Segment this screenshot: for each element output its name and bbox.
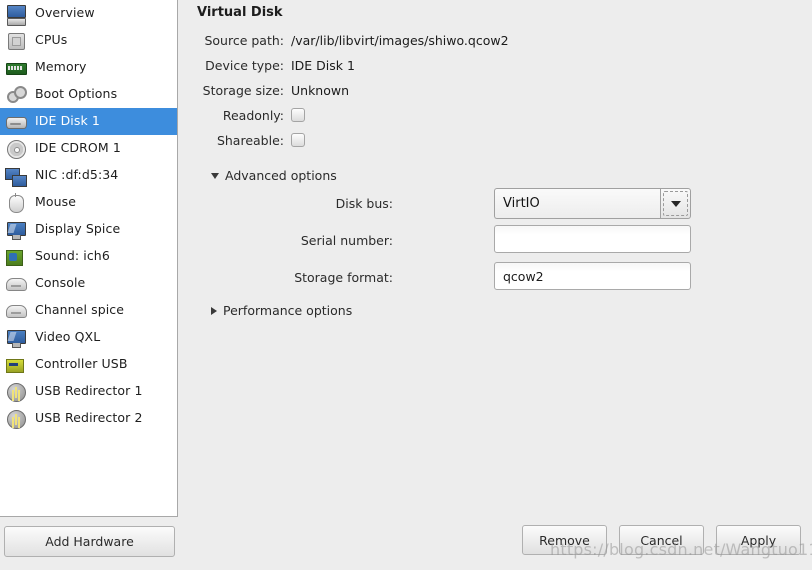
cancel-button[interactable]: Cancel: [619, 525, 704, 555]
sidebar-item-mouse[interactable]: Mouse: [0, 189, 177, 216]
performance-options-expander[interactable]: Performance options: [211, 303, 352, 318]
storage-format-label: Storage format:: [294, 269, 393, 285]
source-path-row: Source path: /var/lib/libvirt/images/shi…: [179, 29, 699, 51]
storage-size-value: Unknown: [291, 82, 350, 98]
shareable-label: Shareable:: [216, 132, 284, 148]
disk-bus-combobox[interactable]: VirtIO: [494, 188, 691, 219]
channel-icon: [5, 300, 27, 322]
usb-icon: [5, 381, 27, 403]
sidebar-item-usb-redirector-2[interactable]: USB Redirector 2: [0, 405, 177, 432]
disk-bus-value: VirtIO: [494, 188, 660, 219]
add-hardware-label: Add Hardware: [45, 534, 134, 549]
sidebar-item-overview[interactable]: Overview: [0, 0, 177, 27]
display-monitor-icon: [5, 219, 27, 241]
sidebar-item-label: Mouse: [35, 194, 77, 210]
sidebar-item-display-spice[interactable]: Display Spice: [0, 216, 177, 243]
sidebar-item-sound-ich6[interactable]: Sound: ich6: [0, 243, 177, 270]
usb-controller-icon: [5, 354, 27, 376]
sidebar-item-console[interactable]: Console: [0, 270, 177, 297]
sidebar-item-channel-spice[interactable]: Channel spice: [0, 297, 177, 324]
advanced-options-expander[interactable]: Advanced options: [211, 168, 337, 183]
readonly-checkbox[interactable]: [291, 108, 305, 122]
remove-button[interactable]: Remove: [522, 525, 607, 555]
shareable-row: Shareable:: [179, 129, 699, 151]
cancel-button-label: Cancel: [640, 532, 683, 548]
usb-icon: [5, 408, 27, 430]
video-monitor-icon: [5, 327, 27, 349]
storage-format-input[interactable]: qcow2: [494, 262, 691, 290]
sidebar-item-label: IDE CDROM 1: [35, 140, 121, 156]
sound-card-icon: [5, 246, 27, 268]
sidebar-item-label: Console: [35, 275, 86, 291]
gears-icon: [5, 84, 27, 106]
mouse-icon: [5, 192, 27, 214]
apply-button[interactable]: Apply: [716, 525, 801, 555]
sidebar-item-ide-cdrom-1[interactable]: IDE CDROM 1: [0, 135, 177, 162]
sidebar-item-label: USB Redirector 2: [35, 410, 143, 426]
sidebar-item-video-qxl[interactable]: Video QXL: [0, 324, 177, 351]
sidebar-item-cpus[interactable]: CPUs: [0, 27, 177, 54]
sidebar-item-label: Channel spice: [35, 302, 125, 318]
sidebar-item-boot-options[interactable]: Boot Options: [0, 81, 177, 108]
sidebar-item-label: Boot Options: [35, 86, 118, 102]
add-hardware-button[interactable]: Add Hardware: [4, 526, 175, 557]
vm-hardware-details-window: Overview CPUs Memory Boot Options IDE Disk 1…: [0, 0, 812, 570]
storage-size-row: Storage size: Unknown: [179, 79, 699, 101]
device-type-row: Device type: IDE Disk 1: [179, 54, 699, 76]
readonly-row: Readonly:: [179, 104, 699, 126]
advanced-options-label: Advanced options: [225, 168, 337, 183]
serial-number-label: Serial number:: [300, 232, 393, 248]
cdrom-disc-icon: [5, 138, 27, 160]
hardware-sidebar: Overview CPUs Memory Boot Options IDE Disk 1…: [0, 0, 179, 570]
sidebar-item-label: Display Spice: [35, 221, 121, 237]
storage-size-label: Storage size:: [202, 82, 284, 98]
network-card-icon: [5, 165, 27, 187]
sidebar-item-label: NIC :df:d5:34: [35, 167, 119, 183]
chevron-down-icon: [670, 200, 681, 207]
hard-disk-icon: [5, 111, 27, 133]
cpu-chip-icon: [5, 30, 27, 52]
details-panel: Virtual Disk Source path: /var/lib/libvi…: [179, 0, 812, 570]
sidebar-item-label: Sound: ich6: [35, 248, 110, 264]
device-type-label: Device type:: [205, 57, 284, 73]
page-title: Virtual Disk: [197, 5, 283, 20]
sidebar-item-label: Controller USB: [35, 356, 128, 372]
remove-button-label: Remove: [539, 532, 590, 548]
sidebar-item-label: Video QXL: [35, 329, 101, 345]
disk-bus-label: Disk bus:: [335, 195, 393, 211]
hardware-list[interactable]: Overview CPUs Memory Boot Options IDE Disk 1…: [0, 0, 178, 517]
shareable-checkbox[interactable]: [291, 133, 305, 147]
sidebar-item-label: IDE Disk 1: [35, 113, 100, 129]
apply-button-label: Apply: [740, 532, 777, 548]
triangle-right-icon: [211, 306, 217, 315]
performance-options-label: Performance options: [223, 303, 353, 318]
sidebar-item-label: CPUs: [35, 32, 68, 48]
sidebar-item-nic-df-d5-34[interactable]: NIC :df:d5:34: [0, 162, 177, 189]
device-type-value: IDE Disk 1: [291, 57, 355, 73]
sidebar-item-controller-usb[interactable]: Controller USB: [0, 351, 177, 378]
sidebar-item-usb-redirector-1[interactable]: USB Redirector 1: [0, 378, 177, 405]
source-path-label: Source path:: [204, 32, 284, 48]
console-icon: [5, 273, 27, 295]
sidebar-item-label: USB Redirector 1: [35, 383, 143, 399]
triangle-down-icon: [211, 172, 219, 179]
sidebar-item-label: Overview: [35, 5, 95, 21]
readonly-label: Readonly:: [222, 107, 284, 123]
serial-number-input[interactable]: [494, 225, 691, 253]
disk-bus-dropdown-button[interactable]: [660, 188, 691, 219]
sidebar-item-memory[interactable]: Memory: [0, 54, 177, 81]
computer-icon: [5, 3, 27, 26]
source-path-value: /var/lib/libvirt/images/shiwo.qcow2: [291, 32, 509, 48]
memory-module-icon: [5, 57, 27, 79]
sidebar-item-label: Memory: [35, 59, 87, 75]
sidebar-item-ide-disk-1[interactable]: IDE Disk 1: [0, 108, 177, 135]
